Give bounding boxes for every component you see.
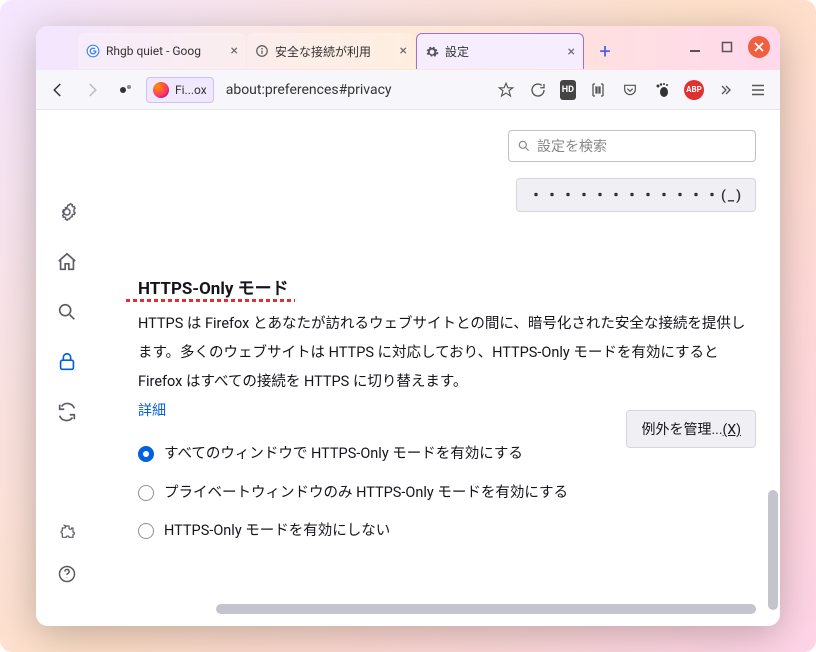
option-label: プライベートウィンドウのみ HTTPS-Only モードを有効にする <box>164 481 568 506</box>
option-disabled[interactable]: HTTPS-Only モードを有効にしない <box>138 519 588 544</box>
tab-label: Rhgb quiet - Goog <box>106 44 201 58</box>
sidebar-sync-icon[interactable] <box>55 400 79 424</box>
menu-icon[interactable] <box>748 80 768 100</box>
sidebar-help-icon[interactable] <box>55 562 79 586</box>
section-description: HTTPS は Firefox とあなたが訪れるウェブサイトとの間に、暗号化され… <box>138 309 752 396</box>
abp-icon[interactable]: ABP <box>684 80 704 100</box>
option-label: HTTPS-Only モードを有効にしない <box>164 519 390 544</box>
https-only-options: すべてのウィンドウで HTTPS-Only モードを有効にする プライベートウィ… <box>138 442 752 544</box>
preferences-sidebar <box>36 110 98 626</box>
matrix-icon[interactable] <box>588 80 608 100</box>
back-button[interactable] <box>44 76 72 104</box>
url-text[interactable]: about:preferences#privacy <box>220 82 490 98</box>
toolbar-actions: HD ABP <box>496 80 772 100</box>
tab-close-icon[interactable]: × <box>568 45 575 59</box>
tab-bar: Rhgb quiet - Goog × 安全な接続が利用 × 設定 × + <box>36 26 780 70</box>
tab-close-icon[interactable]: × <box>400 44 407 58</box>
browser-window: Rhgb quiet - Goog × 安全な接続が利用 × 設定 × + <box>36 26 780 626</box>
radio-icon <box>138 446 154 462</box>
sidebar-general-icon[interactable] <box>55 200 79 224</box>
maximize-button[interactable] <box>716 36 738 58</box>
tab-secure-connection[interactable]: 安全な接続が利用 × <box>247 33 415 69</box>
gear-icon <box>425 45 439 59</box>
search-settings-input[interactable]: 設定を検索 <box>508 130 756 162</box>
option-private-only[interactable]: プライベートウィンドウのみ HTTPS-Only モードを有効にする <box>138 481 588 506</box>
hd-badge-icon[interactable]: HD <box>560 80 576 100</box>
forward-button[interactable] <box>78 76 106 104</box>
identity-box[interactable]: Fi...ox <box>146 77 214 103</box>
preferences-main: 設定を検索 ・・・・・・・・・・・・(_) HTTPS-Only モード HTT… <box>98 110 780 626</box>
gnome-foot-icon[interactable] <box>652 80 672 100</box>
close-window-button[interactable] <box>748 36 770 58</box>
info-icon <box>255 44 269 58</box>
identity-label: Fi...ox <box>175 83 207 97</box>
https-only-section: HTTPS-Only モード HTTPS は Firefox とあなたが訪れるウ… <box>138 274 752 544</box>
overflow-icon[interactable] <box>716 80 736 100</box>
radio-icon <box>138 523 154 539</box>
sidebar-privacy-icon[interactable] <box>55 350 79 374</box>
preferences-content: 設定を検索 ・・・・・・・・・・・・(_) HTTPS-Only モード HTT… <box>36 110 780 626</box>
partial-button-above[interactable]: ・・・・・・・・・・・・(_) <box>516 178 756 212</box>
extension-icon[interactable] <box>112 76 140 104</box>
tab-close-icon[interactable]: × <box>231 44 238 58</box>
manage-exceptions-button[interactable]: 例外を管理...(X) <box>626 410 756 448</box>
search-icon <box>517 139 531 153</box>
vertical-scrollbar[interactable] <box>768 490 778 610</box>
tab-settings[interactable]: 設定 × <box>416 33 584 69</box>
new-tab-button[interactable]: + <box>591 37 619 65</box>
navigation-toolbar: Fi...ox about:preferences#privacy HD ABP <box>36 70 780 110</box>
google-icon <box>86 44 100 58</box>
learn-more-link[interactable]: 詳細 <box>138 400 166 420</box>
tab-label: 設定 <box>445 43 469 60</box>
search-placeholder: 設定を検索 <box>537 136 607 156</box>
pocket-icon[interactable] <box>620 80 640 100</box>
sidebar-home-icon[interactable] <box>55 250 79 274</box>
tab-google-search[interactable]: Rhgb quiet - Goog × <box>78 33 246 69</box>
horizontal-scrollbar[interactable] <box>216 604 756 614</box>
reload-icon[interactable] <box>528 80 548 100</box>
option-label: すべてのウィンドウで HTTPS-Only モードを有効にする <box>164 442 523 467</box>
bookmark-star-icon[interactable] <box>496 80 516 100</box>
window-controls <box>684 36 770 58</box>
firefox-icon <box>153 82 169 98</box>
option-all-windows[interactable]: すべてのウィンドウで HTTPS-Only モードを有効にする <box>138 442 588 467</box>
tab-label: 安全な接続が利用 <box>275 43 371 60</box>
sidebar-extensions-icon[interactable] <box>55 520 79 544</box>
sidebar-search-icon[interactable] <box>55 300 79 324</box>
minimize-button[interactable] <box>684 36 706 58</box>
radio-icon <box>138 485 154 501</box>
section-heading: HTTPS-Only モード <box>138 274 289 299</box>
